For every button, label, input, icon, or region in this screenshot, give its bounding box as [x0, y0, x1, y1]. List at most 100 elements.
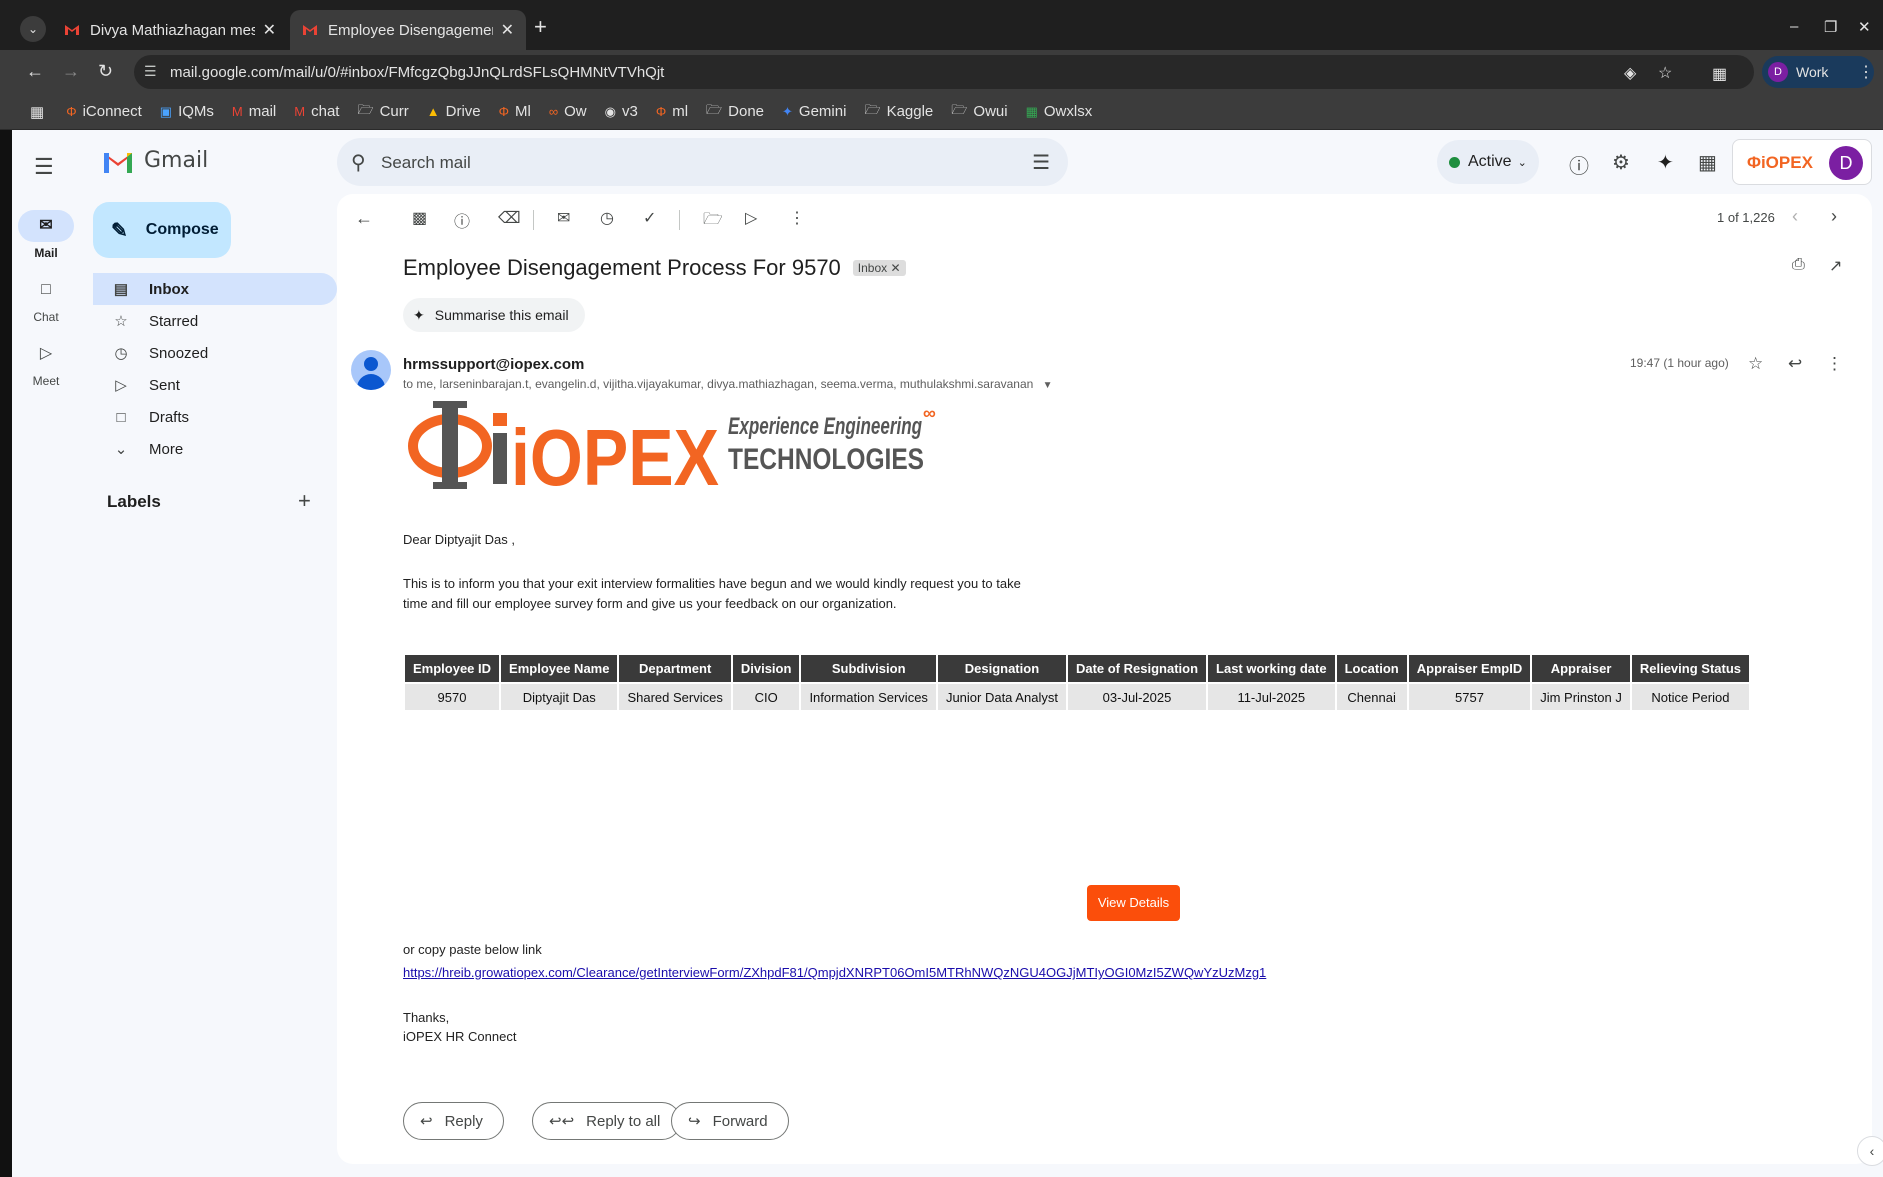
bookmark-chat[interactable]: Mchat	[294, 103, 339, 120]
search-bar[interactable]: ⚲ Search mail ☰	[337, 138, 1068, 186]
column-header: Employee Name	[501, 655, 618, 682]
sender-avatar	[351, 350, 391, 390]
summarise-button[interactable]: ✦ Summarise this email	[403, 298, 585, 332]
close-window-icon[interactable]: ✕	[1858, 18, 1871, 36]
minimize-icon[interactable]: –	[1790, 18, 1798, 35]
bookmark-iqms[interactable]: ▣ IQMs	[160, 103, 214, 120]
more-actions-icon[interactable]: ⋮	[789, 208, 805, 228]
bookmark-v3[interactable]: ◉ v3	[605, 103, 638, 120]
forward-icon[interactable]: →	[62, 61, 80, 81]
move-to-icon[interactable]: 🗁	[703, 208, 723, 235]
search-options-icon[interactable]: ☰	[1032, 150, 1050, 175]
reply-icon[interactable]: ↩	[1788, 354, 1802, 374]
bookmark-star-icon[interactable]: ☆	[1658, 63, 1672, 83]
search-icon[interactable]: ⚲	[351, 150, 366, 175]
gemini-icon[interactable]: ✦	[1657, 150, 1674, 175]
view-details-button[interactable]: View Details	[1087, 885, 1180, 921]
side-panel-toggle-icon[interactable]: ‹	[1857, 1136, 1883, 1166]
newer-icon[interactable]: ‹	[1792, 206, 1798, 227]
back-to-inbox-icon[interactable]: ←	[355, 208, 373, 229]
apps-grid-icon[interactable]: ▦	[30, 103, 44, 121]
logo-brand: iOPEX	[511, 413, 719, 495]
bookmark-folder-done[interactable]: 🗁 Done	[706, 101, 764, 123]
bookmark-folder-owui[interactable]: 🗁 Owui	[951, 101, 1007, 123]
bookmark-ml[interactable]: Φ Ml	[499, 103, 531, 120]
gmail-wordmark: Gmail	[144, 148, 209, 173]
label-icon[interactable]: ▷	[745, 208, 757, 228]
add-label-icon[interactable]: +	[298, 488, 311, 514]
rail-mail[interactable]: ✉ Mail	[12, 210, 80, 260]
back-icon[interactable]: ←	[26, 61, 44, 81]
gmail-logo[interactable]: Gmail	[102, 148, 208, 173]
interview-form-link[interactable]: https://hreib.growatiopex.com/Clearance/…	[403, 965, 1266, 980]
table-cell: 03-Jul-2025	[1067, 684, 1207, 710]
url-text[interactable]: mail.google.com/mail/u/0/#inbox/FMfcgzQb…	[170, 64, 664, 81]
browser-tab[interactable]: Divya Mathiazhagan mes ✕	[52, 10, 288, 50]
bookmark-folder-curr[interactable]: 🗁 Curr	[357, 101, 408, 123]
more-options-icon[interactable]: ⋮	[1826, 354, 1843, 374]
site-info-icon[interactable]: ☰	[144, 63, 157, 80]
close-tab-icon[interactable]: ✕	[501, 20, 514, 40]
close-tab-icon[interactable]: ✕	[263, 20, 276, 40]
snooze-icon[interactable]: ◷	[600, 208, 614, 228]
recipients-list[interactable]: to me, larseninbarajan.t, evangelin.d, v…	[403, 377, 1053, 391]
report-spam-icon[interactable]: ⓘ	[454, 208, 470, 232]
status-dropdown[interactable]: Active ⌄	[1437, 140, 1539, 184]
older-icon[interactable]: ›	[1831, 206, 1837, 227]
bookmark-folder-kaggle[interactable]: 🗁 Kaggle	[864, 101, 933, 123]
star-icon[interactable]: ☆	[1748, 354, 1763, 374]
help-icon[interactable]: ⓘ	[1569, 150, 1589, 179]
caret-down-icon[interactable]: ▼	[1043, 380, 1053, 391]
forward-button[interactable]: ↪ Forward	[671, 1102, 789, 1140]
copy-link-note: or copy paste below link	[403, 942, 542, 957]
delete-icon[interactable]: ⌫	[498, 208, 521, 228]
print-icon[interactable]: ⎙	[1792, 256, 1805, 274]
rail-chat[interactable]: □ Chat	[12, 274, 80, 324]
bookmark-gemini[interactable]: ✦ Gemini	[782, 103, 846, 120]
reply-button[interactable]: ↩ Reply	[403, 1102, 504, 1140]
table-header-row: Employee ID Employee Name Department Div…	[405, 655, 1749, 682]
search-input[interactable]: Search mail	[381, 153, 471, 173]
new-tab-button[interactable]: +	[534, 16, 547, 38]
restore-icon[interactable]: ❐	[1824, 18, 1837, 36]
gmail-favicon-icon	[65, 25, 79, 35]
nav-sent[interactable]: ▷ Sent	[93, 369, 337, 401]
open-new-window-icon[interactable]: ↗	[1829, 256, 1842, 276]
account-switcher[interactable]: ΦiOPEX D	[1732, 139, 1872, 185]
apps-grid-icon[interactable]: ▦	[1698, 150, 1717, 175]
bookmark-ml-2[interactable]: Φml	[656, 103, 688, 120]
bookmark-mail[interactable]: Mmail	[232, 103, 276, 120]
nav-snoozed[interactable]: ◷ Snoozed	[93, 337, 337, 369]
remove-label-icon[interactable]: ✕	[891, 261, 901, 275]
sender-address[interactable]: hrmssupport@iopex.com	[403, 356, 584, 373]
table-cell: Diptyajit Das	[501, 684, 618, 710]
nav-drafts[interactable]: □ Drafts	[93, 401, 337, 433]
nav-inbox[interactable]: ▤ Inbox	[93, 273, 337, 305]
browser-tab-active[interactable]: Employee Disengagemen ✕	[290, 10, 526, 50]
mark-unread-icon[interactable]: ✉	[557, 208, 570, 228]
inbox-label-chip[interactable]: Inbox ✕	[852, 260, 906, 276]
archive-icon[interactable]: ▩	[412, 208, 427, 228]
bookmark-drive[interactable]: ▲ Drive	[427, 103, 481, 120]
tab-search-button[interactable]: ⌄	[20, 16, 46, 42]
address-bar[interactable]: ☰ mail.google.com/mail/u/0/#inbox/FMfcgz…	[134, 55, 1754, 89]
main-menu-icon[interactable]: ☰	[34, 154, 54, 180]
person-body	[357, 374, 385, 390]
avatar: D	[1829, 146, 1863, 180]
bookmark-ow[interactable]: ∞ Ow	[549, 103, 587, 120]
reload-icon[interactable]: ↻	[98, 61, 113, 81]
nav-more[interactable]: ⌄ More	[93, 433, 337, 465]
compose-button[interactable]: ✎ Compose	[93, 202, 231, 258]
person-icon	[364, 357, 378, 371]
browser-menu-icon[interactable]: ⋮	[1858, 62, 1874, 82]
nav-starred[interactable]: ☆ Starred	[93, 305, 337, 337]
eye-off-icon[interactable]: ◈	[1624, 63, 1636, 83]
signoff-thanks: Thanks,	[403, 1010, 450, 1025]
bookmark-owxlsx[interactable]: ▦ Owxlsx	[1026, 103, 1093, 120]
reply-all-button[interactable]: ↩↩ Reply to all	[532, 1102, 682, 1140]
bookmark-iconnect[interactable]: ΦiConnect	[66, 103, 142, 120]
rail-meet[interactable]: ▷ Meet	[12, 338, 80, 388]
settings-icon[interactable]: ⚙	[1612, 150, 1630, 175]
extensions-icon[interactable]: ▦	[1712, 64, 1727, 84]
add-task-icon[interactable]: ✓	[643, 208, 656, 228]
